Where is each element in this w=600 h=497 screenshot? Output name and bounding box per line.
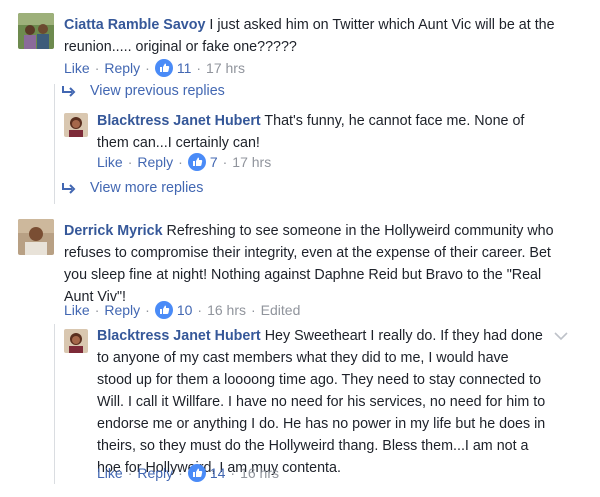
separator-dot: ·: [145, 60, 150, 76]
reply-author[interactable]: Blacktress Janet Hubert: [97, 328, 261, 344]
comment-line: you sleep fine at night! Nothing against…: [64, 267, 542, 283]
view-more-replies-link[interactable]: View more replies: [62, 180, 203, 196]
separator-dot: ·: [230, 465, 236, 481]
comment-line: refuses to compromise their integrity, e…: [64, 245, 551, 261]
reply-text: Blacktress Janet Hubert Hey Sweetheart I…: [97, 325, 567, 479]
separator-dot: ·: [196, 60, 202, 76]
thread-line: [54, 84, 55, 204]
separator-dot: ·: [145, 302, 150, 318]
like-button[interactable]: Like: [97, 464, 123, 482]
like-thumb-icon[interactable]: [154, 59, 173, 77]
reply-arrow-icon: [62, 183, 76, 194]
avatar[interactable]: [18, 219, 54, 255]
like-button[interactable]: Like: [64, 301, 90, 319]
reply-line: Hey Sweetheart I really do. If they had …: [264, 328, 543, 344]
avatar[interactable]: [18, 13, 54, 49]
timestamp[interactable]: 16 hrs: [240, 464, 279, 482]
edited-label[interactable]: Edited: [261, 301, 301, 319]
timestamp[interactable]: 17 hrs: [206, 59, 245, 77]
timestamp[interactable]: 17 hrs: [232, 153, 271, 171]
reply-author[interactable]: Blacktress Janet Hubert: [97, 113, 261, 129]
like-button[interactable]: Like: [97, 153, 123, 171]
reply-line: theirs, so they must do the Hollyweird t…: [97, 438, 529, 454]
avatar[interactable]: [64, 329, 88, 353]
separator-dot: ·: [222, 154, 228, 170]
like-count[interactable]: 11: [177, 59, 192, 77]
view-previous-label: View previous replies: [90, 83, 225, 99]
view-more-label: View more replies: [90, 180, 204, 196]
reply-arrow-icon: [62, 86, 76, 97]
comment-author[interactable]: Derrick Myrick: [64, 223, 163, 239]
avatar[interactable]: [64, 113, 88, 137]
reply-button[interactable]: Reply: [137, 153, 173, 171]
comment-actions: Like · Reply · 10 · 16 hrs · Edited: [64, 301, 300, 319]
timestamp[interactable]: 16 hrs: [207, 301, 246, 319]
view-previous-replies-link[interactable]: View previous replies: [62, 83, 225, 99]
like-thumb-icon[interactable]: [154, 301, 173, 319]
reply-button[interactable]: Reply: [104, 301, 140, 319]
reply-line: them can...I certainly can!: [97, 135, 260, 151]
separator-dot: ·: [94, 302, 100, 318]
like-thumb-icon[interactable]: [187, 153, 206, 171]
comment-line: reunion..... original or fake one?????: [64, 39, 297, 55]
reply-line: That's funny, he cannot face me. None of: [264, 113, 525, 129]
comment-actions: Like · Reply · 11 · 17 hrs: [64, 59, 245, 77]
reply-line: Will. I call it Willfare. I have no need…: [97, 394, 546, 410]
separator-dot: ·: [197, 302, 203, 318]
reply-line: stood up for them a loooong time ago. Th…: [97, 372, 542, 388]
separator-dot: ·: [94, 60, 100, 76]
like-thumb-icon[interactable]: [187, 464, 206, 482]
like-button[interactable]: Like: [64, 59, 90, 77]
separator-dot: ·: [127, 154, 133, 170]
comment-text: Ciatta Ramble Savoy I just asked him on …: [64, 14, 584, 58]
reply-text: Blacktress Janet Hubert That's funny, he…: [97, 110, 567, 154]
like-count[interactable]: 7: [210, 153, 218, 171]
thread-line: [54, 324, 55, 484]
separator-dot: ·: [178, 154, 183, 170]
reply-button[interactable]: Reply: [137, 464, 173, 482]
reply-button[interactable]: Reply: [104, 59, 140, 77]
reply-actions: Like · Reply · 7 · 17 hrs: [97, 153, 271, 171]
comment-line: I just asked him on Twitter which Aunt V…: [209, 17, 555, 33]
like-count[interactable]: 14: [210, 464, 226, 482]
reply-line: endorse me or anything I do. He has no p…: [97, 416, 546, 432]
comment-author[interactable]: Ciatta Ramble Savoy: [64, 17, 205, 33]
reply-line: to anyone of my cast members what they d…: [97, 350, 509, 366]
comment-text: Derrick Myrick Refreshing to see someone…: [64, 220, 594, 308]
separator-dot: ·: [178, 465, 183, 481]
separator-dot: ·: [127, 465, 133, 481]
separator-dot: ·: [251, 302, 256, 318]
reply-actions: Like · Reply · 14 · 16 hrs: [97, 464, 279, 482]
like-count[interactable]: 10: [177, 301, 193, 319]
comment-line: Refreshing to see someone in the Hollywe…: [166, 223, 554, 239]
chevron-down-icon[interactable]: [554, 331, 568, 341]
